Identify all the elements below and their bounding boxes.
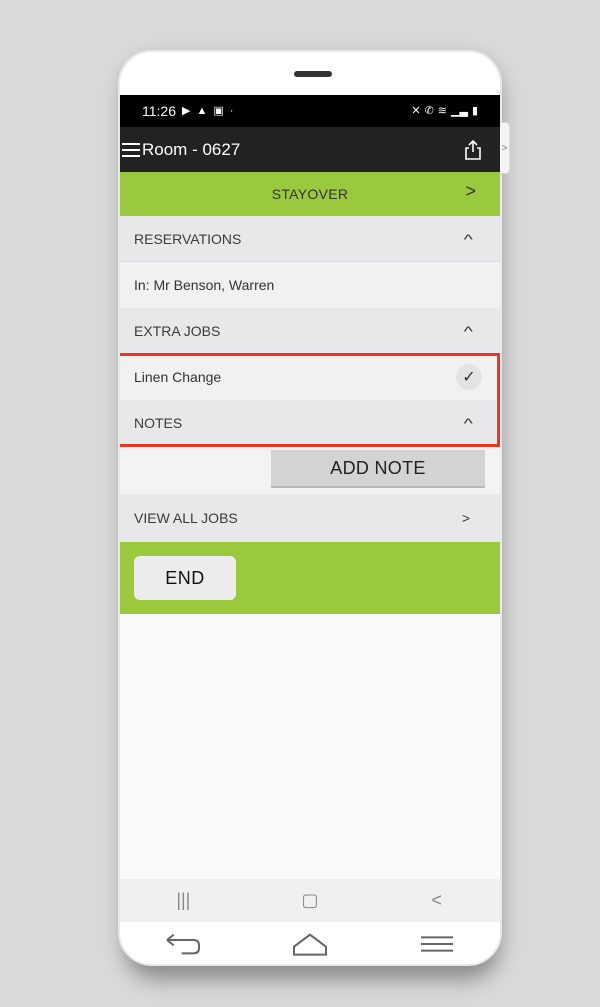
notes-title: NOTES — [134, 414, 183, 431]
chevron-up-icon: ^ — [464, 414, 474, 431]
extra-jobs-header[interactable]: EXTRA JOBS ^ — [120, 308, 500, 354]
recents-icon[interactable]: ||| — [163, 886, 203, 916]
side-drawer-tab[interactable]: > — [500, 122, 510, 174]
menu-icon[interactable] — [417, 929, 457, 959]
stayover-banner[interactable]: STAYOVER > — [120, 172, 500, 216]
stayover-label: STAYOVER — [271, 186, 349, 202]
end-bar: END — [120, 542, 500, 614]
dot-icon: · — [229, 104, 234, 117]
wifi-call-icon: ✆ — [424, 104, 434, 117]
home-outline-icon[interactable] — [290, 929, 330, 959]
view-all-jobs[interactable]: VIEW ALL JOBS > — [120, 494, 500, 542]
hamburger-icon[interactable] — [122, 142, 140, 157]
wifi-icon: ≋ — [437, 104, 448, 117]
reservation-row[interactable]: In: Mr Benson, Warren — [120, 262, 500, 308]
chevron-right-icon: > — [465, 181, 476, 201]
gallery-icon: ▣ — [213, 104, 224, 117]
chevron-up-icon: ^ — [464, 230, 474, 247]
share-icon[interactable] — [464, 139, 482, 160]
checkmark-icon[interactable]: ✓ — [456, 364, 482, 390]
screen: 11:26 ▶ ▲ ▣ · ✕ ✆ ≋ ▁▃ ▮ Room - 0627 STA… — [120, 95, 500, 922]
speaker-grille — [294, 71, 332, 77]
status-bar: 11:26 ▶ ▲ ▣ · ✕ ✆ ≋ ▁▃ ▮ — [120, 95, 500, 127]
add-note-button[interactable]: ADD NOTE — [271, 450, 485, 488]
reservations-title: RESERVATIONS — [134, 230, 242, 247]
home-icon[interactable]: ▢ — [290, 886, 330, 916]
extra-job-label: Linen Change — [134, 369, 222, 385]
phone-frame: 11:26 ▶ ▲ ▣ · ✕ ✆ ≋ ▁▃ ▮ Room - 0627 STA… — [118, 50, 502, 966]
mute-icon: ✕ — [411, 104, 421, 117]
reservation-guest: In: Mr Benson, Warren — [134, 277, 275, 293]
back-icon[interactable]: < — [417, 886, 457, 916]
view-all-jobs-label: VIEW ALL JOBS — [134, 510, 238, 526]
clock: 11:26 — [142, 103, 176, 119]
youtube-icon: ▶ — [182, 104, 191, 117]
chevron-up-icon: ^ — [464, 322, 474, 339]
extra-job-row[interactable]: Linen Change ✓ — [120, 354, 500, 400]
hardware-nav — [120, 922, 500, 964]
end-button[interactable]: END — [134, 556, 236, 600]
chevron-right-icon: > — [461, 510, 470, 526]
notes-header[interactable]: NOTES ^ — [120, 400, 500, 446]
notes-row: ADD NOTE — [120, 446, 500, 494]
back-arrow-icon[interactable] — [163, 929, 203, 959]
drive-icon: ▲ — [196, 104, 208, 117]
signal-icon: ▁▃ — [451, 104, 468, 117]
reservations-header[interactable]: RESERVATIONS ^ — [120, 216, 500, 262]
extra-jobs-title: EXTRA JOBS — [134, 322, 221, 339]
page-title: Room - 0627 — [142, 139, 241, 159]
battery-icon: ▮ — [471, 104, 478, 117]
app-bar: Room - 0627 — [120, 127, 500, 172]
system-nav-bar: ||| ▢ < — [120, 879, 500, 922]
